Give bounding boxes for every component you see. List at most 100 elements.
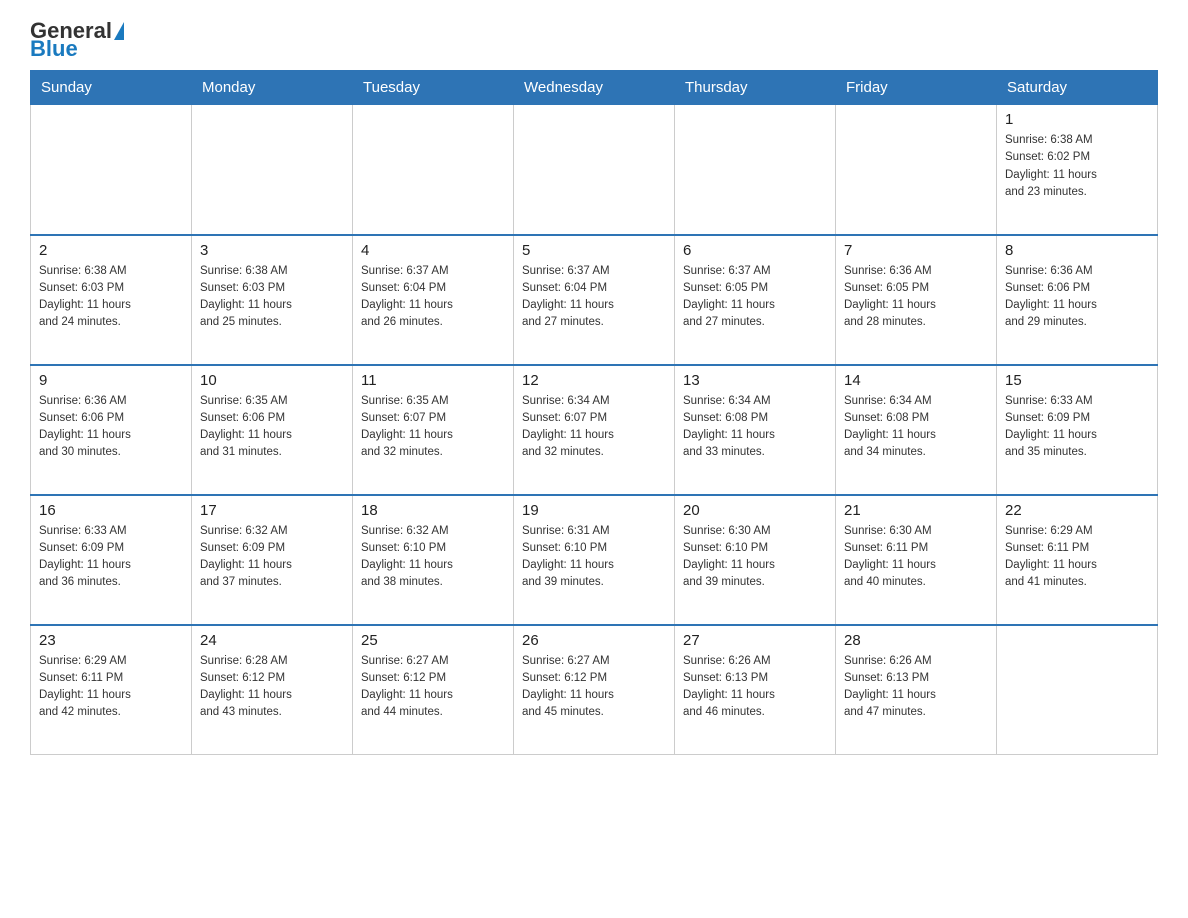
day-number: 20: [683, 502, 827, 519]
calendar-cell: 24Sunrise: 6:28 AMSunset: 6:12 PMDayligh…: [192, 625, 353, 755]
calendar-cell: 3 Sunrise: 6:38 AMSunset: 6:03 PMDaylight…: [192, 235, 353, 365]
logo-triangle-icon: [114, 22, 124, 40]
day-info: Sunrise: 6:34 AMSunset: 6:07 PMDaylight:…: [522, 393, 666, 462]
calendar-header-row: SundayMondayTuesdayWednesdayThursdayFrid…: [31, 71, 1158, 105]
day-number: 14: [844, 372, 988, 389]
day-number: 9: [39, 372, 183, 389]
day-info: Sunrise: 6:38 AMSunset: 6:02 PMDaylight:…: [1005, 132, 1149, 201]
calendar-cell: [192, 105, 353, 235]
calendar-cell: 17 Sunrise: 6:32 AMSunset: 6:09 PMDayligh…: [192, 495, 353, 625]
day-number: 1: [1005, 111, 1149, 128]
calendar-cell: [675, 105, 836, 235]
calendar-cell: 27 Sunrise: 6:26 AMSunset: 6:13 PMDayligh…: [675, 625, 836, 755]
calendar-cell: [997, 625, 1158, 755]
calendar-week-row: 16 Sunrise: 6:33 AMSunset: 6:09 PMDayligh…: [31, 495, 1158, 625]
day-number: 17: [200, 502, 344, 519]
day-number: 4: [361, 242, 505, 259]
calendar-cell: 25Sunrise: 6:27 AMSunset: 6:12 PMDayligh…: [353, 625, 514, 755]
calendar-cell: 19 Sunrise: 6:31 AMSunset: 6:10 PMDayligh…: [514, 495, 675, 625]
day-number: 18: [361, 502, 505, 519]
calendar-cell: 14 Sunrise: 6:34 AMSunset: 6:08 PMDayligh…: [836, 365, 997, 495]
day-info: Sunrise: 6:29 AMSunset: 6:11 PMDaylight:…: [1005, 523, 1149, 592]
calendar-cell: 7 Sunrise: 6:36 AMSunset: 6:05 PMDaylight…: [836, 235, 997, 365]
calendar-week-row: 9 Sunrise: 6:36 AMSunset: 6:06 PMDaylight…: [31, 365, 1158, 495]
day-info: Sunrise: 6:26 AMSunset: 6:13 PMDaylight:…: [683, 653, 827, 722]
day-number: 7: [844, 242, 988, 259]
day-of-week-header: Sunday: [31, 71, 192, 105]
day-info: Sunrise: 6:26 AMSunset: 6:13 PMDaylight:…: [844, 653, 988, 722]
day-info: Sunrise: 6:30 AMSunset: 6:11 PMDaylight:…: [844, 523, 988, 592]
day-info: Sunrise: 6:33 AMSunset: 6:09 PMDaylight:…: [1005, 393, 1149, 462]
calendar-cell: 13 Sunrise: 6:34 AMSunset: 6:08 PMDayligh…: [675, 365, 836, 495]
day-number: 19: [522, 502, 666, 519]
page-header: General Blue: [30, 20, 1158, 60]
day-info: Sunrise: 6:36 AMSunset: 6:05 PMDaylight:…: [844, 263, 988, 332]
day-info: Sunrise: 6:36 AMSunset: 6:06 PMDaylight:…: [39, 393, 183, 462]
calendar-cell: 11 Sunrise: 6:35 AMSunset: 6:07 PMDayligh…: [353, 365, 514, 495]
day-number: 21: [844, 502, 988, 519]
day-number: 8: [1005, 242, 1149, 259]
day-number: 6: [683, 242, 827, 259]
calendar-cell: 20 Sunrise: 6:30 AMSunset: 6:10 PMDayligh…: [675, 495, 836, 625]
day-info: Sunrise: 6:34 AMSunset: 6:08 PMDaylight:…: [844, 393, 988, 462]
calendar-week-row: 1 Sunrise: 6:38 AMSunset: 6:02 PMDaylight…: [31, 105, 1158, 235]
day-number: 22: [1005, 502, 1149, 519]
calendar-week-row: 23 Sunrise: 6:29 AMSunset: 6:11 PMDayligh…: [31, 625, 1158, 755]
day-of-week-header: Wednesday: [514, 71, 675, 105]
day-number: 28: [844, 632, 988, 649]
calendar-cell: [353, 105, 514, 235]
calendar-cell: 1 Sunrise: 6:38 AMSunset: 6:02 PMDaylight…: [997, 105, 1158, 235]
day-info: Sunrise: 6:32 AMSunset: 6:10 PMDaylight:…: [361, 523, 505, 592]
day-info: Sunrise: 6:32 AMSunset: 6:09 PMDaylight:…: [200, 523, 344, 592]
logo-blue-text: Blue: [30, 38, 78, 60]
calendar-cell: 4 Sunrise: 6:37 AMSunset: 6:04 PMDaylight…: [353, 235, 514, 365]
day-number: 16: [39, 502, 183, 519]
day-info: Sunrise: 6:33 AMSunset: 6:09 PMDaylight:…: [39, 523, 183, 592]
logo: General Blue: [30, 20, 124, 60]
day-number: 12: [522, 372, 666, 389]
calendar-cell: 18 Sunrise: 6:32 AMSunset: 6:10 PMDayligh…: [353, 495, 514, 625]
day-number: 11: [361, 372, 505, 389]
day-of-week-header: Tuesday: [353, 71, 514, 105]
day-info: Sunrise: 6:38 AMSunset: 6:03 PMDaylight:…: [39, 263, 183, 332]
day-number: 5: [522, 242, 666, 259]
day-number: 13: [683, 372, 827, 389]
day-info: Sunrise: 6:30 AMSunset: 6:10 PMDaylight:…: [683, 523, 827, 592]
day-of-week-header: Thursday: [675, 71, 836, 105]
calendar-cell: [514, 105, 675, 235]
day-number: 23: [39, 632, 183, 649]
calendar-cell: 21 Sunrise: 6:30 AMSunset: 6:11 PMDayligh…: [836, 495, 997, 625]
day-info: Sunrise: 6:27 AMSunset: 6:12 PMDaylight:…: [361, 653, 505, 722]
calendar-cell: 10Sunrise: 6:35 AMSunset: 6:06 PMDayligh…: [192, 365, 353, 495]
calendar-cell: 16 Sunrise: 6:33 AMSunset: 6:09 PMDayligh…: [31, 495, 192, 625]
calendar-cell: 23 Sunrise: 6:29 AMSunset: 6:11 PMDayligh…: [31, 625, 192, 755]
day-info: Sunrise: 6:35 AMSunset: 6:07 PMDaylight:…: [361, 393, 505, 462]
calendar-cell: 22 Sunrise: 6:29 AMSunset: 6:11 PMDayligh…: [997, 495, 1158, 625]
day-number: 10: [200, 372, 344, 389]
day-of-week-header: Monday: [192, 71, 353, 105]
day-number: 3: [200, 242, 344, 259]
day-info: Sunrise: 6:38 AMSunset: 6:03 PMDaylight:…: [200, 263, 344, 332]
calendar-cell: 8 Sunrise: 6:36 AMSunset: 6:06 PMDaylight…: [997, 235, 1158, 365]
day-info: Sunrise: 6:36 AMSunset: 6:06 PMDaylight:…: [1005, 263, 1149, 332]
calendar-table: SundayMondayTuesdayWednesdayThursdayFrid…: [30, 70, 1158, 755]
calendar-cell: 28 Sunrise: 6:26 AMSunset: 6:13 PMDayligh…: [836, 625, 997, 755]
calendar-cell: 5Sunrise: 6:37 AMSunset: 6:04 PMDaylight…: [514, 235, 675, 365]
calendar-week-row: 2Sunrise: 6:38 AMSunset: 6:03 PMDaylight…: [31, 235, 1158, 365]
calendar-cell: 26 Sunrise: 6:27 AMSunset: 6:12 PMDayligh…: [514, 625, 675, 755]
calendar-cell: [31, 105, 192, 235]
day-info: Sunrise: 6:37 AMSunset: 6:04 PMDaylight:…: [361, 263, 505, 332]
calendar-cell: [836, 105, 997, 235]
day-info: Sunrise: 6:31 AMSunset: 6:10 PMDaylight:…: [522, 523, 666, 592]
calendar-cell: 12 Sunrise: 6:34 AMSunset: 6:07 PMDayligh…: [514, 365, 675, 495]
calendar-cell: 9 Sunrise: 6:36 AMSunset: 6:06 PMDaylight…: [31, 365, 192, 495]
calendar-cell: 6 Sunrise: 6:37 AMSunset: 6:05 PMDaylight…: [675, 235, 836, 365]
day-info: Sunrise: 6:34 AMSunset: 6:08 PMDaylight:…: [683, 393, 827, 462]
day-info: Sunrise: 6:29 AMSunset: 6:11 PMDaylight:…: [39, 653, 183, 722]
day-number: 26: [522, 632, 666, 649]
day-number: 27: [683, 632, 827, 649]
day-of-week-header: Saturday: [997, 71, 1158, 105]
day-info: Sunrise: 6:27 AMSunset: 6:12 PMDaylight:…: [522, 653, 666, 722]
day-number: 24: [200, 632, 344, 649]
day-info: Sunrise: 6:37 AMSunset: 6:05 PMDaylight:…: [683, 263, 827, 332]
